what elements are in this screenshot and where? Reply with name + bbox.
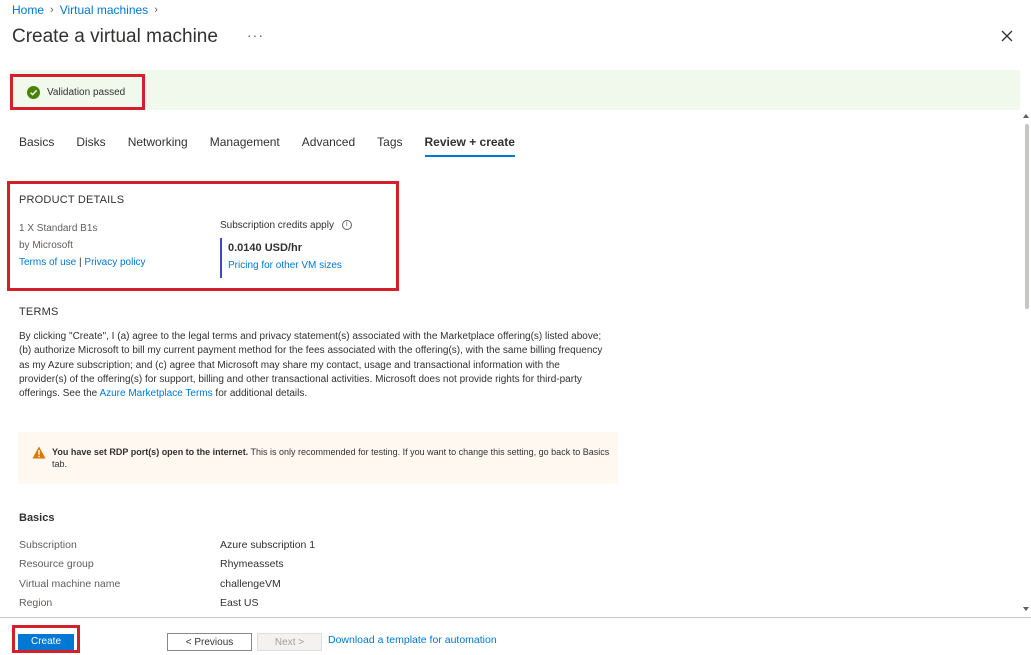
next-button[interactable]: Next > [257, 633, 322, 651]
product-name: 1 X Standard B1s [19, 223, 98, 234]
tab-advanced[interactable]: Advanced [302, 135, 355, 157]
summary-value: Rhymeassets [220, 558, 284, 571]
terms-of-use-link[interactable]: Terms of use [19, 257, 76, 268]
rdp-warning-banner: You have set RDP port(s) open to the int… [18, 432, 618, 484]
summary-label: Region [19, 597, 53, 610]
privacy-policy-link[interactable]: Privacy policy [84, 257, 145, 268]
scroll-down-arrow-icon[interactable] [1023, 607, 1029, 611]
footer-divider [0, 617, 1031, 618]
summary-value: Azure subscription 1 [220, 538, 316, 551]
link-separator: | [79, 257, 82, 268]
create-button[interactable]: Create [18, 633, 74, 650]
product-publisher: by Microsoft [19, 240, 73, 251]
create-button-highlight: Create [12, 625, 80, 653]
tab-disks[interactable]: Disks [76, 135, 105, 157]
basics-summary: Subscription Azure subscription 1 Resour… [19, 535, 315, 613]
wizard-tabs: Basics Disks Networking Management Advan… [19, 135, 537, 157]
summary-row: Resource group Rhymeassets [19, 555, 315, 575]
warning-bold-text: You have set RDP port(s) open to the int… [52, 447, 249, 457]
validation-banner [10, 70, 1020, 110]
terms-body-end: for additional details. [212, 388, 308, 400]
subscription-credits-label: Subscription credits apply [220, 220, 334, 231]
product-info: 1 X Standard B1s by Microsoft Terms of u… [19, 220, 146, 271]
product-details-section: PRODUCT DETAILS 1 X Standard B1s by Micr… [7, 181, 399, 291]
page-title: Create a virtual machine [12, 26, 218, 47]
summary-row: Subscription Azure subscription 1 [19, 535, 315, 555]
tab-tags[interactable]: Tags [377, 135, 402, 157]
price-value: 0.0140 USD/hr [228, 242, 302, 254]
previous-button[interactable]: < Previous [167, 633, 252, 651]
info-icon[interactable]: i [341, 220, 352, 231]
more-options-icon[interactable]: ··· [247, 27, 264, 43]
summary-value: challengeVM [220, 577, 281, 590]
warning-text: You have set RDP port(s) open to the int… [52, 446, 618, 484]
tab-management[interactable]: Management [210, 135, 280, 157]
summary-row: Region East US [19, 594, 315, 614]
summary-label: Virtual machine name [19, 577, 121, 590]
summary-value: East US [220, 597, 259, 610]
terms-text: By clicking "Create", I (a) agree to the… [19, 330, 609, 401]
breadcrumb: Home › Virtual machines › [12, 3, 158, 17]
summary-label: Subscription [19, 538, 77, 551]
download-template-link[interactable]: Download a template for automation [328, 634, 497, 646]
terms-heading: TERMS [19, 306, 59, 318]
summary-label: Resource group [19, 558, 94, 571]
product-details-heading: PRODUCT DETAILS [19, 194, 125, 206]
close-icon[interactable] [999, 28, 1015, 44]
warning-icon [32, 446, 46, 459]
breadcrumb-virtual-machines-link[interactable]: Virtual machines [60, 3, 149, 17]
price-block: 0.0140 USD/hr Pricing for other VM sizes [220, 238, 352, 278]
validation-text: Validation passed [47, 86, 126, 98]
chevron-right-icon: › [50, 4, 54, 16]
validation-status: Validation passed [10, 74, 145, 110]
chevron-right-icon: › [154, 4, 158, 16]
tab-networking[interactable]: Networking [128, 135, 188, 157]
summary-row: Virtual machine name challengeVM [19, 574, 315, 594]
tab-basics[interactable]: Basics [19, 135, 54, 157]
scroll-up-arrow-icon[interactable] [1023, 114, 1029, 118]
scroll-thumb[interactable] [1025, 124, 1029, 309]
product-pricing: Subscription credits apply i 0.0140 USD/… [220, 220, 352, 278]
azure-marketplace-terms-link[interactable]: Azure Marketplace Terms [99, 388, 212, 399]
checkmark-circle-icon [27, 85, 40, 99]
breadcrumb-home-link[interactable]: Home [12, 3, 44, 17]
tab-review-create[interactable]: Review + create [424, 135, 515, 157]
basics-heading: Basics [19, 512, 55, 524]
vertical-scrollbar[interactable] [1022, 112, 1031, 617]
pricing-other-sizes-link[interactable]: Pricing for other VM sizes [228, 260, 342, 271]
